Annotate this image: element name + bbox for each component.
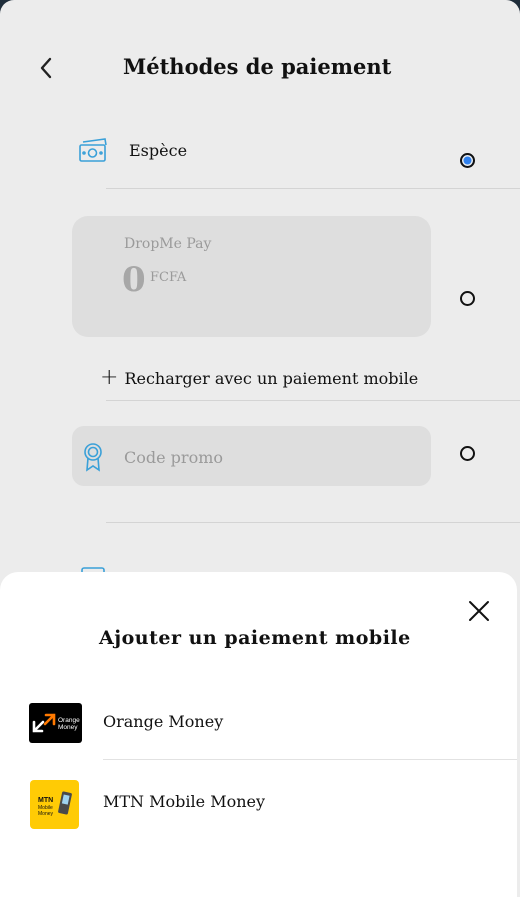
divider [106,400,520,401]
provider-label: Orange Money [103,712,224,731]
cash-icon [79,138,107,162]
payment-methods-screen: Méthodes de paiement Espèce DropMe Pay 0… [0,0,520,897]
mtn-logo-text-1: MTN [38,797,53,804]
promo-code-card[interactable]: Code promo [72,426,431,486]
wallet-currency: FCFA [150,270,187,285]
provider-label: MTN Mobile Money [103,792,266,811]
chevron-left-icon [40,57,52,79]
wallet-radio[interactable] [460,291,475,306]
wallet-name: DropMe Pay [124,236,212,252]
divider [106,188,520,189]
orange-logo-text-1: Orange [58,717,80,724]
wallet-balance: 0 [122,260,146,300]
plus-icon: + [100,365,119,390]
recharge-mobile-button[interactable]: + Recharger avec un paiement mobile [100,365,419,390]
cash-radio[interactable] [460,153,475,168]
back-button[interactable] [30,52,62,84]
close-button[interactable] [465,597,493,625]
mtn-mobile-money-logo: MTN Mobile Money [30,780,79,829]
add-mobile-payment-sheet: Ajouter un paiement mobile Orange Money … [0,572,517,897]
close-icon [469,601,489,621]
badge-icon [84,443,102,472]
mtn-logo-text-3: Money [38,811,54,817]
divider [103,759,517,760]
cash-label: Espèce [129,141,188,160]
promo-radio[interactable] [460,446,475,461]
page-title: Méthodes de paiement [123,54,392,79]
orange-logo-text-2: Money [58,724,78,731]
sheet-title: Ajouter un paiement mobile [99,627,411,649]
divider [106,522,520,523]
provider-mtn-mobile-money[interactable]: MTN Mobile Money MTN Mobile Money [0,778,517,838]
provider-orange-money[interactable]: Orange Money Orange Money [0,698,517,758]
recharge-label: Recharger avec un paiement mobile [124,368,419,388]
promo-label: Code promo [124,448,223,467]
orange-money-logo: Orange Money [29,703,82,743]
dropme-pay-card[interactable]: DropMe Pay 0 FCFA [72,216,431,337]
